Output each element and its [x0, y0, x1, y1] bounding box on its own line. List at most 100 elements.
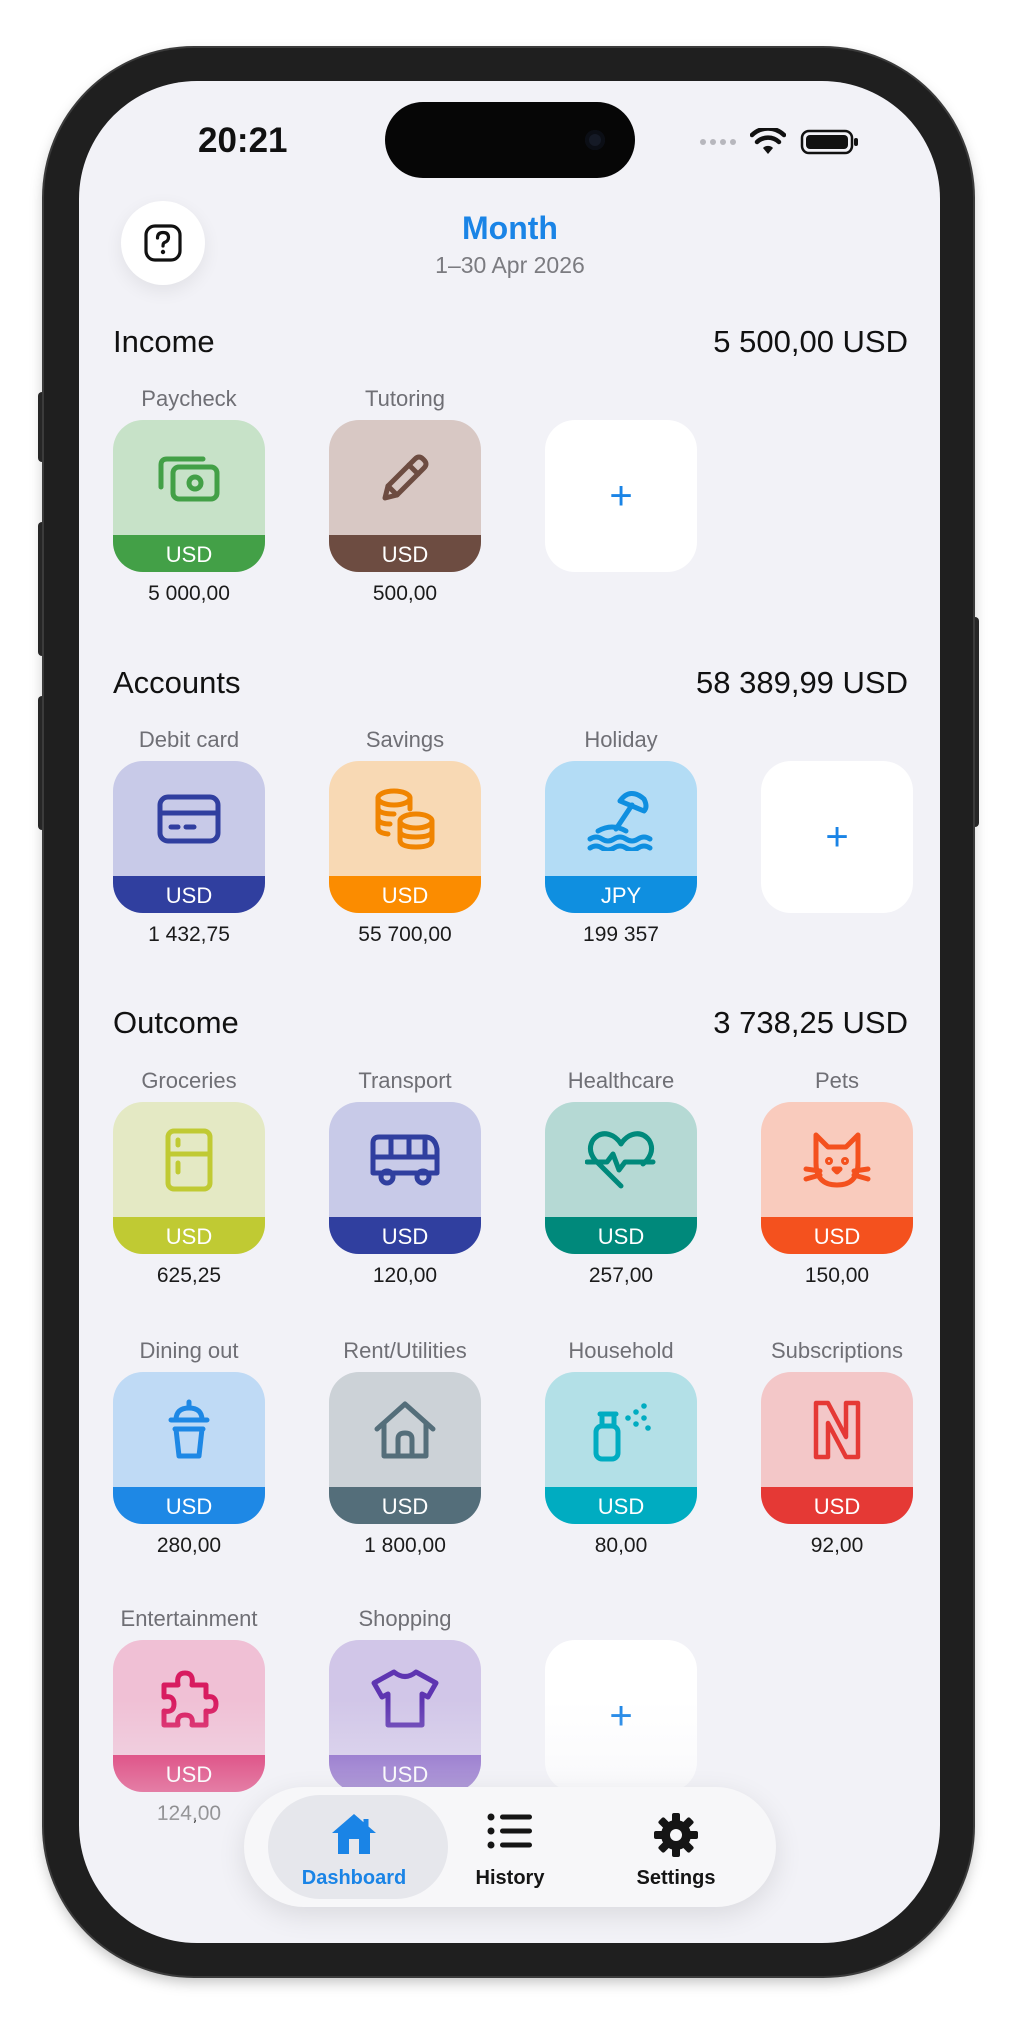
- tile-amount: 625,25: [156, 1264, 222, 1287]
- tile-box[interactable]: USD: [761, 1372, 913, 1524]
- fridge-icon: [113, 1102, 265, 1217]
- tile-amount: 1 800,00: [364, 1534, 446, 1557]
- tile-currency: USD: [329, 1217, 481, 1254]
- accounts-total: 58 389,99 USD: [696, 665, 908, 700]
- tile-currency: USD: [113, 876, 265, 913]
- income-total: 5 500,00 USD: [713, 324, 908, 359]
- netflix-n-icon: [761, 1372, 913, 1487]
- tile-currency: USD: [329, 876, 481, 913]
- tile-amount: 199 357: [583, 923, 659, 946]
- tile-box[interactable]: USD: [329, 1640, 481, 1792]
- cellular-signal-icon: [700, 139, 736, 145]
- tile-label: Tutoring: [365, 386, 445, 411]
- tile-currency: USD: [545, 1487, 697, 1524]
- tab-history[interactable]: History: [426, 1787, 594, 1907]
- tile-label: Shopping: [358, 1606, 452, 1631]
- tab-bar: Dashboard History Settings: [244, 1787, 776, 1907]
- tile-amount: 80,00: [594, 1534, 648, 1557]
- period-selector[interactable]: Month: [0, 210, 1020, 247]
- list-icon: [426, 1811, 594, 1859]
- tile-label: Transport: [358, 1068, 452, 1093]
- outcome-total: 3 738,25 USD: [713, 1005, 908, 1040]
- tile-box[interactable]: USD: [761, 1102, 913, 1254]
- tile-box[interactable]: USD: [545, 1102, 697, 1254]
- tile-amount: 120,00: [372, 1264, 438, 1287]
- tile-label: Debit card: [138, 727, 240, 752]
- tile-box[interactable]: USD: [329, 1372, 481, 1524]
- coins-icon: [329, 761, 481, 876]
- tile-box[interactable]: USD: [329, 761, 481, 913]
- accounts-section-title: Accounts: [113, 665, 241, 700]
- tile-currency: USD: [113, 1487, 265, 1524]
- tile-currency: USD: [545, 1217, 697, 1254]
- house-fill-icon: [270, 1811, 438, 1859]
- tile-label: Savings: [365, 727, 445, 752]
- tile-box[interactable]: USD: [113, 1640, 265, 1792]
- tile-label: Paycheck: [141, 386, 237, 411]
- credit-card-icon: [113, 761, 265, 876]
- camera-icon: [585, 130, 605, 150]
- tile-amount: 1 432,75: [148, 923, 230, 946]
- house-icon: [329, 1372, 481, 1487]
- tab-settings[interactable]: Settings: [592, 1787, 760, 1907]
- drink-cup-icon: [113, 1372, 265, 1487]
- add-outcome-button[interactable]: +: [545, 1640, 697, 1792]
- tab-label: Dashboard: [301, 1867, 407, 1889]
- tile-currency: USD: [761, 1217, 913, 1254]
- tile-label: Pets: [814, 1068, 860, 1093]
- tile-label: Holiday: [584, 727, 658, 752]
- tile-box[interactable]: USD: [329, 420, 481, 572]
- tshirt-icon: [329, 1640, 481, 1755]
- beach-umbrella-icon: [545, 761, 697, 876]
- tile-currency: JPY: [545, 876, 697, 913]
- tile-label: Subscriptions: [770, 1338, 904, 1363]
- add-account-button[interactable]: +: [761, 761, 913, 913]
- tile-box[interactable]: USD: [329, 1102, 481, 1254]
- dynamic-island: [385, 102, 635, 178]
- spray-bottle-icon: [545, 1372, 697, 1487]
- tile-currency: USD: [113, 1755, 265, 1792]
- income-section-title: Income: [113, 324, 215, 359]
- puzzle-icon: [113, 1640, 265, 1755]
- tile-amount: 150,00: [804, 1264, 870, 1287]
- tile-amount: 92,00: [810, 1534, 864, 1557]
- status-time: 20:21: [198, 121, 288, 160]
- tab-dashboard[interactable]: Dashboard: [260, 1787, 448, 1907]
- tile-amount: 55 700,00: [358, 923, 452, 946]
- wifi-icon: [750, 128, 786, 154]
- tile-currency: USD: [761, 1487, 913, 1524]
- cat-icon: [761, 1102, 913, 1217]
- tile-label: Household: [568, 1338, 674, 1363]
- tile-currency: USD: [113, 535, 265, 572]
- tile-box[interactable]: USD: [113, 420, 265, 572]
- heart-pulse-icon: [545, 1102, 697, 1217]
- gear-icon: [592, 1811, 760, 1859]
- bus-icon: [329, 1102, 481, 1217]
- tile-label: Groceries: [141, 1068, 237, 1093]
- tile-box[interactable]: USD: [113, 761, 265, 913]
- tile-amount: 280,00: [156, 1534, 222, 1557]
- tile-label: Rent/Utilities: [343, 1338, 467, 1363]
- pencil-icon: [329, 420, 481, 535]
- battery-icon: [800, 129, 858, 155]
- tile-box[interactable]: USD: [113, 1372, 265, 1524]
- tile-label: Entertainment: [120, 1606, 258, 1631]
- tab-label: History: [475, 1867, 545, 1889]
- tile-currency: USD: [113, 1217, 265, 1254]
- tile-label: Dining out: [139, 1338, 239, 1363]
- tile-amount: 5 000,00: [148, 582, 230, 605]
- outcome-section-title: Outcome: [113, 1005, 239, 1040]
- tile-box[interactable]: USD: [545, 1372, 697, 1524]
- tile-box[interactable]: USD: [113, 1102, 265, 1254]
- tile-amount: 500,00: [372, 582, 438, 605]
- cash-icon: [113, 420, 265, 535]
- period-range: 1–30 Apr 2026: [435, 252, 585, 278]
- tile-currency: USD: [329, 535, 481, 572]
- tab-label: Settings: [636, 1867, 716, 1889]
- add-income-button[interactable]: +: [545, 420, 697, 572]
- tile-amount: 257,00: [588, 1264, 654, 1287]
- tile-currency: USD: [329, 1487, 481, 1524]
- tile-label: Healthcare: [567, 1068, 675, 1093]
- status-indicators: [700, 128, 860, 156]
- tile-box[interactable]: JPY: [545, 761, 697, 913]
